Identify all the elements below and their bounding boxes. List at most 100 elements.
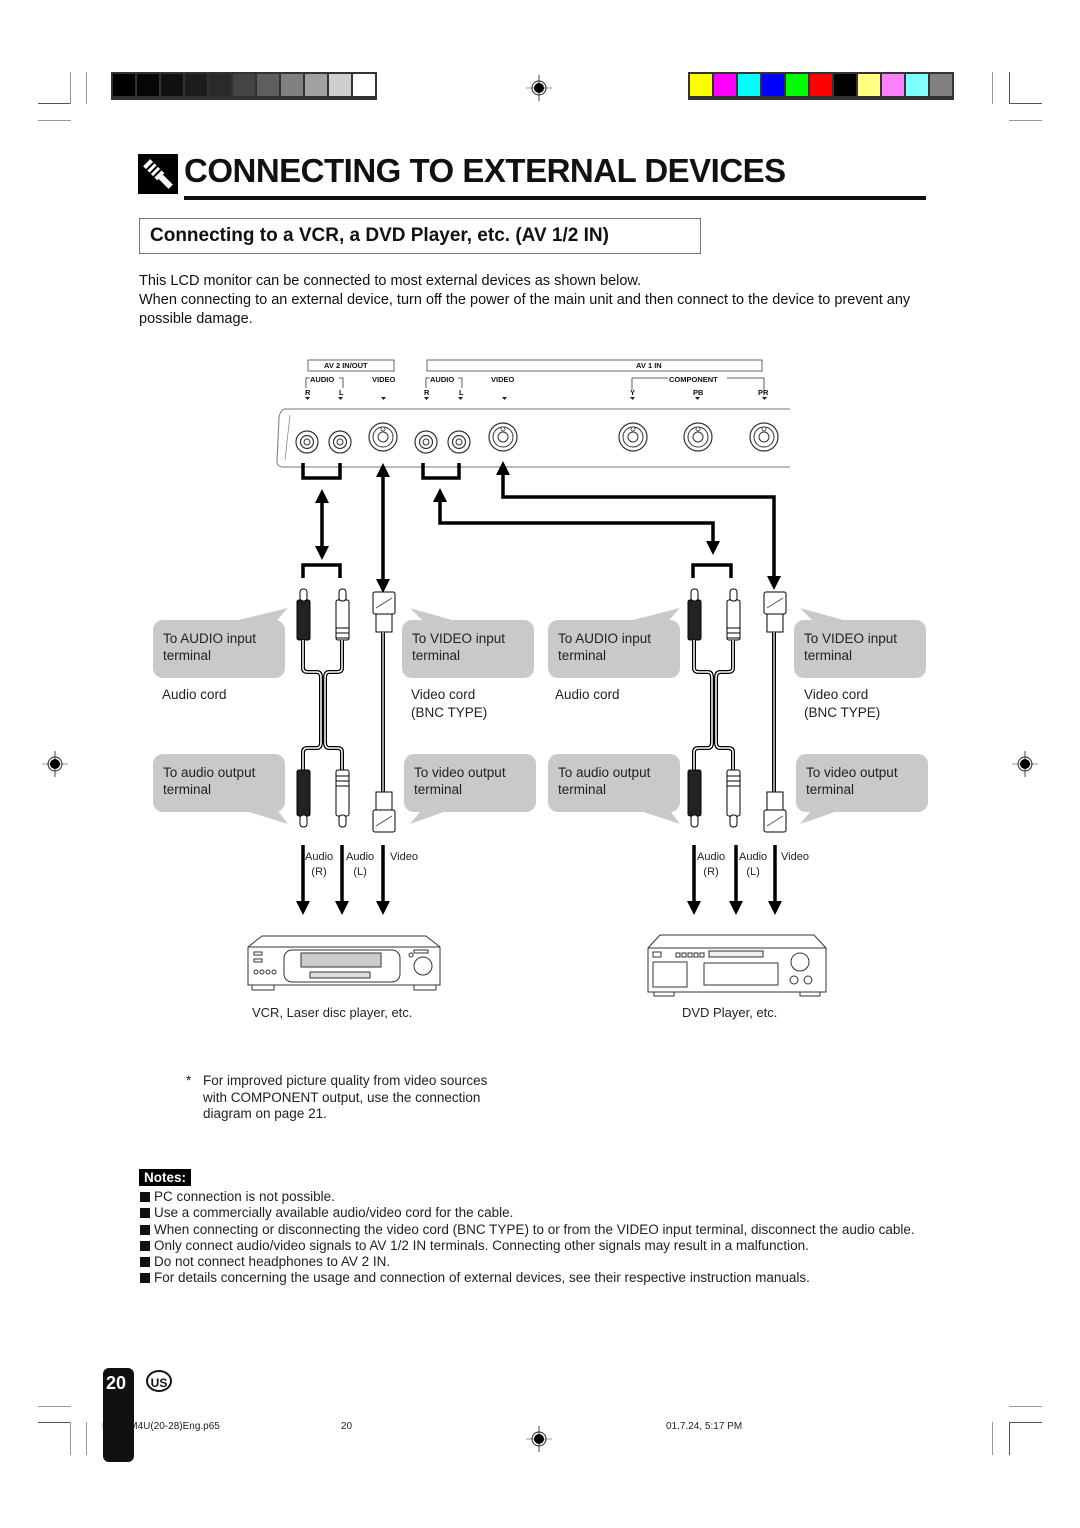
region-badge: US bbox=[146, 1370, 172, 1392]
video-cord-label: Video cord (BNC TYPE) bbox=[804, 686, 880, 722]
crop-mark bbox=[70, 1422, 71, 1455]
color-swatch bbox=[329, 74, 351, 96]
audio-l-channel: (L) bbox=[353, 866, 367, 878]
notes-label: Notes: bbox=[139, 1169, 192, 1186]
video-cord-type: (BNC TYPE) bbox=[411, 705, 488, 720]
video-label: Video bbox=[390, 851, 418, 863]
component-pr-label: PR bbox=[758, 388, 769, 397]
color-swatch bbox=[161, 74, 183, 96]
audio-r-channel: (R) bbox=[703, 866, 719, 878]
note-item: Only connect audio/video signals to AV 1… bbox=[139, 1238, 929, 1254]
color-swatch bbox=[834, 74, 856, 96]
av1-video-label: VIDEO bbox=[491, 375, 515, 384]
video-input-callout: To VIDEO input terminal bbox=[794, 620, 926, 678]
connector-plug-icon bbox=[138, 154, 178, 194]
registration-mark-icon bbox=[526, 1426, 552, 1452]
color-swatch bbox=[810, 74, 832, 96]
color-swatch bbox=[353, 74, 375, 96]
audio-l-text: Audio bbox=[739, 851, 768, 863]
component-y-label: Y bbox=[630, 388, 636, 397]
footer-page: 20 bbox=[341, 1421, 353, 1432]
video-input-callout: To VIDEO input terminal bbox=[402, 620, 534, 678]
crop-mark bbox=[86, 1422, 87, 1455]
av1-r-label: R bbox=[424, 388, 430, 397]
grayscale-calibration-bar bbox=[111, 72, 377, 100]
color-swatch bbox=[281, 74, 303, 96]
av2-label: AV 2 IN/OUT bbox=[324, 361, 368, 370]
video-output-callout: To video output terminal bbox=[404, 754, 536, 812]
audio-r-label: Audio (R) bbox=[305, 850, 333, 880]
intro-paragraph: This LCD monitor can be connected to mos… bbox=[139, 273, 642, 289]
av2-audio-label: AUDIO bbox=[310, 375, 335, 384]
title-underline bbox=[184, 196, 926, 200]
audio-r-text: Audio bbox=[305, 851, 334, 863]
audio-l-label: Audio (L) bbox=[739, 850, 767, 880]
color-swatch bbox=[786, 74, 808, 96]
crop-mark bbox=[70, 72, 71, 104]
notes-list: PC connection is not possible. Use a com… bbox=[139, 1189, 929, 1287]
color-swatch bbox=[690, 74, 712, 96]
note-item: Use a commercially available audio/video… bbox=[139, 1205, 929, 1221]
audio-r-text: Audio bbox=[697, 851, 726, 863]
color-swatch bbox=[137, 74, 159, 96]
crop-mark bbox=[1009, 72, 1010, 104]
audio-output-callout: To audio output terminal bbox=[153, 754, 285, 812]
color-swatch bbox=[714, 74, 736, 96]
audio-input-callout: To AUDIO input terminal bbox=[548, 620, 680, 678]
component-label: COMPONENT bbox=[669, 375, 718, 384]
audio-cord-label: Audio cord bbox=[555, 687, 620, 702]
page-number: 20 bbox=[106, 1373, 127, 1393]
audio-l-label: Audio (L) bbox=[346, 850, 374, 880]
video-label: Video bbox=[781, 851, 809, 863]
crop-mark bbox=[38, 103, 71, 104]
audio-l-channel: (L) bbox=[746, 866, 760, 878]
color-swatch bbox=[858, 74, 880, 96]
note-item: Do not connect headphones to AV 2 IN. bbox=[139, 1254, 929, 1270]
dvd-caption: DVD Player, etc. bbox=[682, 1005, 778, 1020]
color-swatch bbox=[113, 74, 135, 96]
av1-l-label: L bbox=[459, 388, 464, 397]
video-cord-name: Video cord bbox=[804, 687, 869, 702]
video-cord-label: Video cord (BNC TYPE) bbox=[411, 686, 487, 722]
video-cord-type: (BNC TYPE) bbox=[804, 705, 881, 720]
av2-r-label: R bbox=[305, 388, 311, 397]
av1-label: AV 1 IN bbox=[636, 361, 662, 370]
color-swatch bbox=[305, 74, 327, 96]
color-calibration-bar bbox=[688, 72, 954, 100]
vcr-device-icon bbox=[247, 935, 441, 991]
crop-mark bbox=[1009, 1422, 1010, 1455]
audio-r-channel: (R) bbox=[311, 866, 327, 878]
color-swatch bbox=[906, 74, 928, 96]
crop-mark bbox=[86, 72, 87, 104]
crop-mark bbox=[1009, 103, 1042, 104]
color-swatch bbox=[233, 74, 255, 96]
audio-r-label: Audio (R) bbox=[697, 850, 725, 880]
dvd-player-icon bbox=[647, 934, 827, 997]
color-swatch bbox=[185, 74, 207, 96]
registration-mark-icon bbox=[526, 75, 552, 101]
crop-mark bbox=[38, 1406, 71, 1407]
av1-audio-label: AUDIO bbox=[430, 375, 455, 384]
intro-paragraph: When connecting to an external device, t… bbox=[139, 292, 911, 327]
crop-mark bbox=[992, 1422, 993, 1455]
color-swatch bbox=[930, 74, 952, 96]
footer-timestamp: 01.7.24, 5:17 PM bbox=[666, 1421, 743, 1432]
audio-l-text: Audio bbox=[346, 851, 375, 863]
note-item: For details concerning the usage and con… bbox=[139, 1270, 929, 1286]
audio-cord-label: Audio cord bbox=[162, 687, 227, 702]
note-item: PC connection is not possible. bbox=[139, 1189, 929, 1205]
color-swatch bbox=[209, 74, 231, 96]
footnote-text: For improved picture quality from video … bbox=[203, 1073, 488, 1121]
av2-video-label: VIDEO bbox=[372, 375, 396, 384]
section-title: Connecting to a VCR, a DVD Player, etc. … bbox=[139, 218, 701, 254]
audio-input-callout: To AUDIO input terminal bbox=[153, 620, 285, 678]
av2-l-label: L bbox=[339, 388, 344, 397]
page-title: CONNECTING TO EXTERNAL DEVICES bbox=[184, 152, 786, 189]
crop-mark bbox=[1009, 120, 1042, 121]
crop-mark bbox=[1009, 1422, 1042, 1423]
crop-mark bbox=[1009, 1406, 1042, 1407]
vcr-caption: VCR, Laser disc player, etc. bbox=[252, 1005, 413, 1020]
audio-output-callout: To audio output terminal bbox=[548, 754, 680, 812]
crop-mark bbox=[38, 120, 71, 121]
video-cord-name: Video cord bbox=[411, 687, 476, 702]
